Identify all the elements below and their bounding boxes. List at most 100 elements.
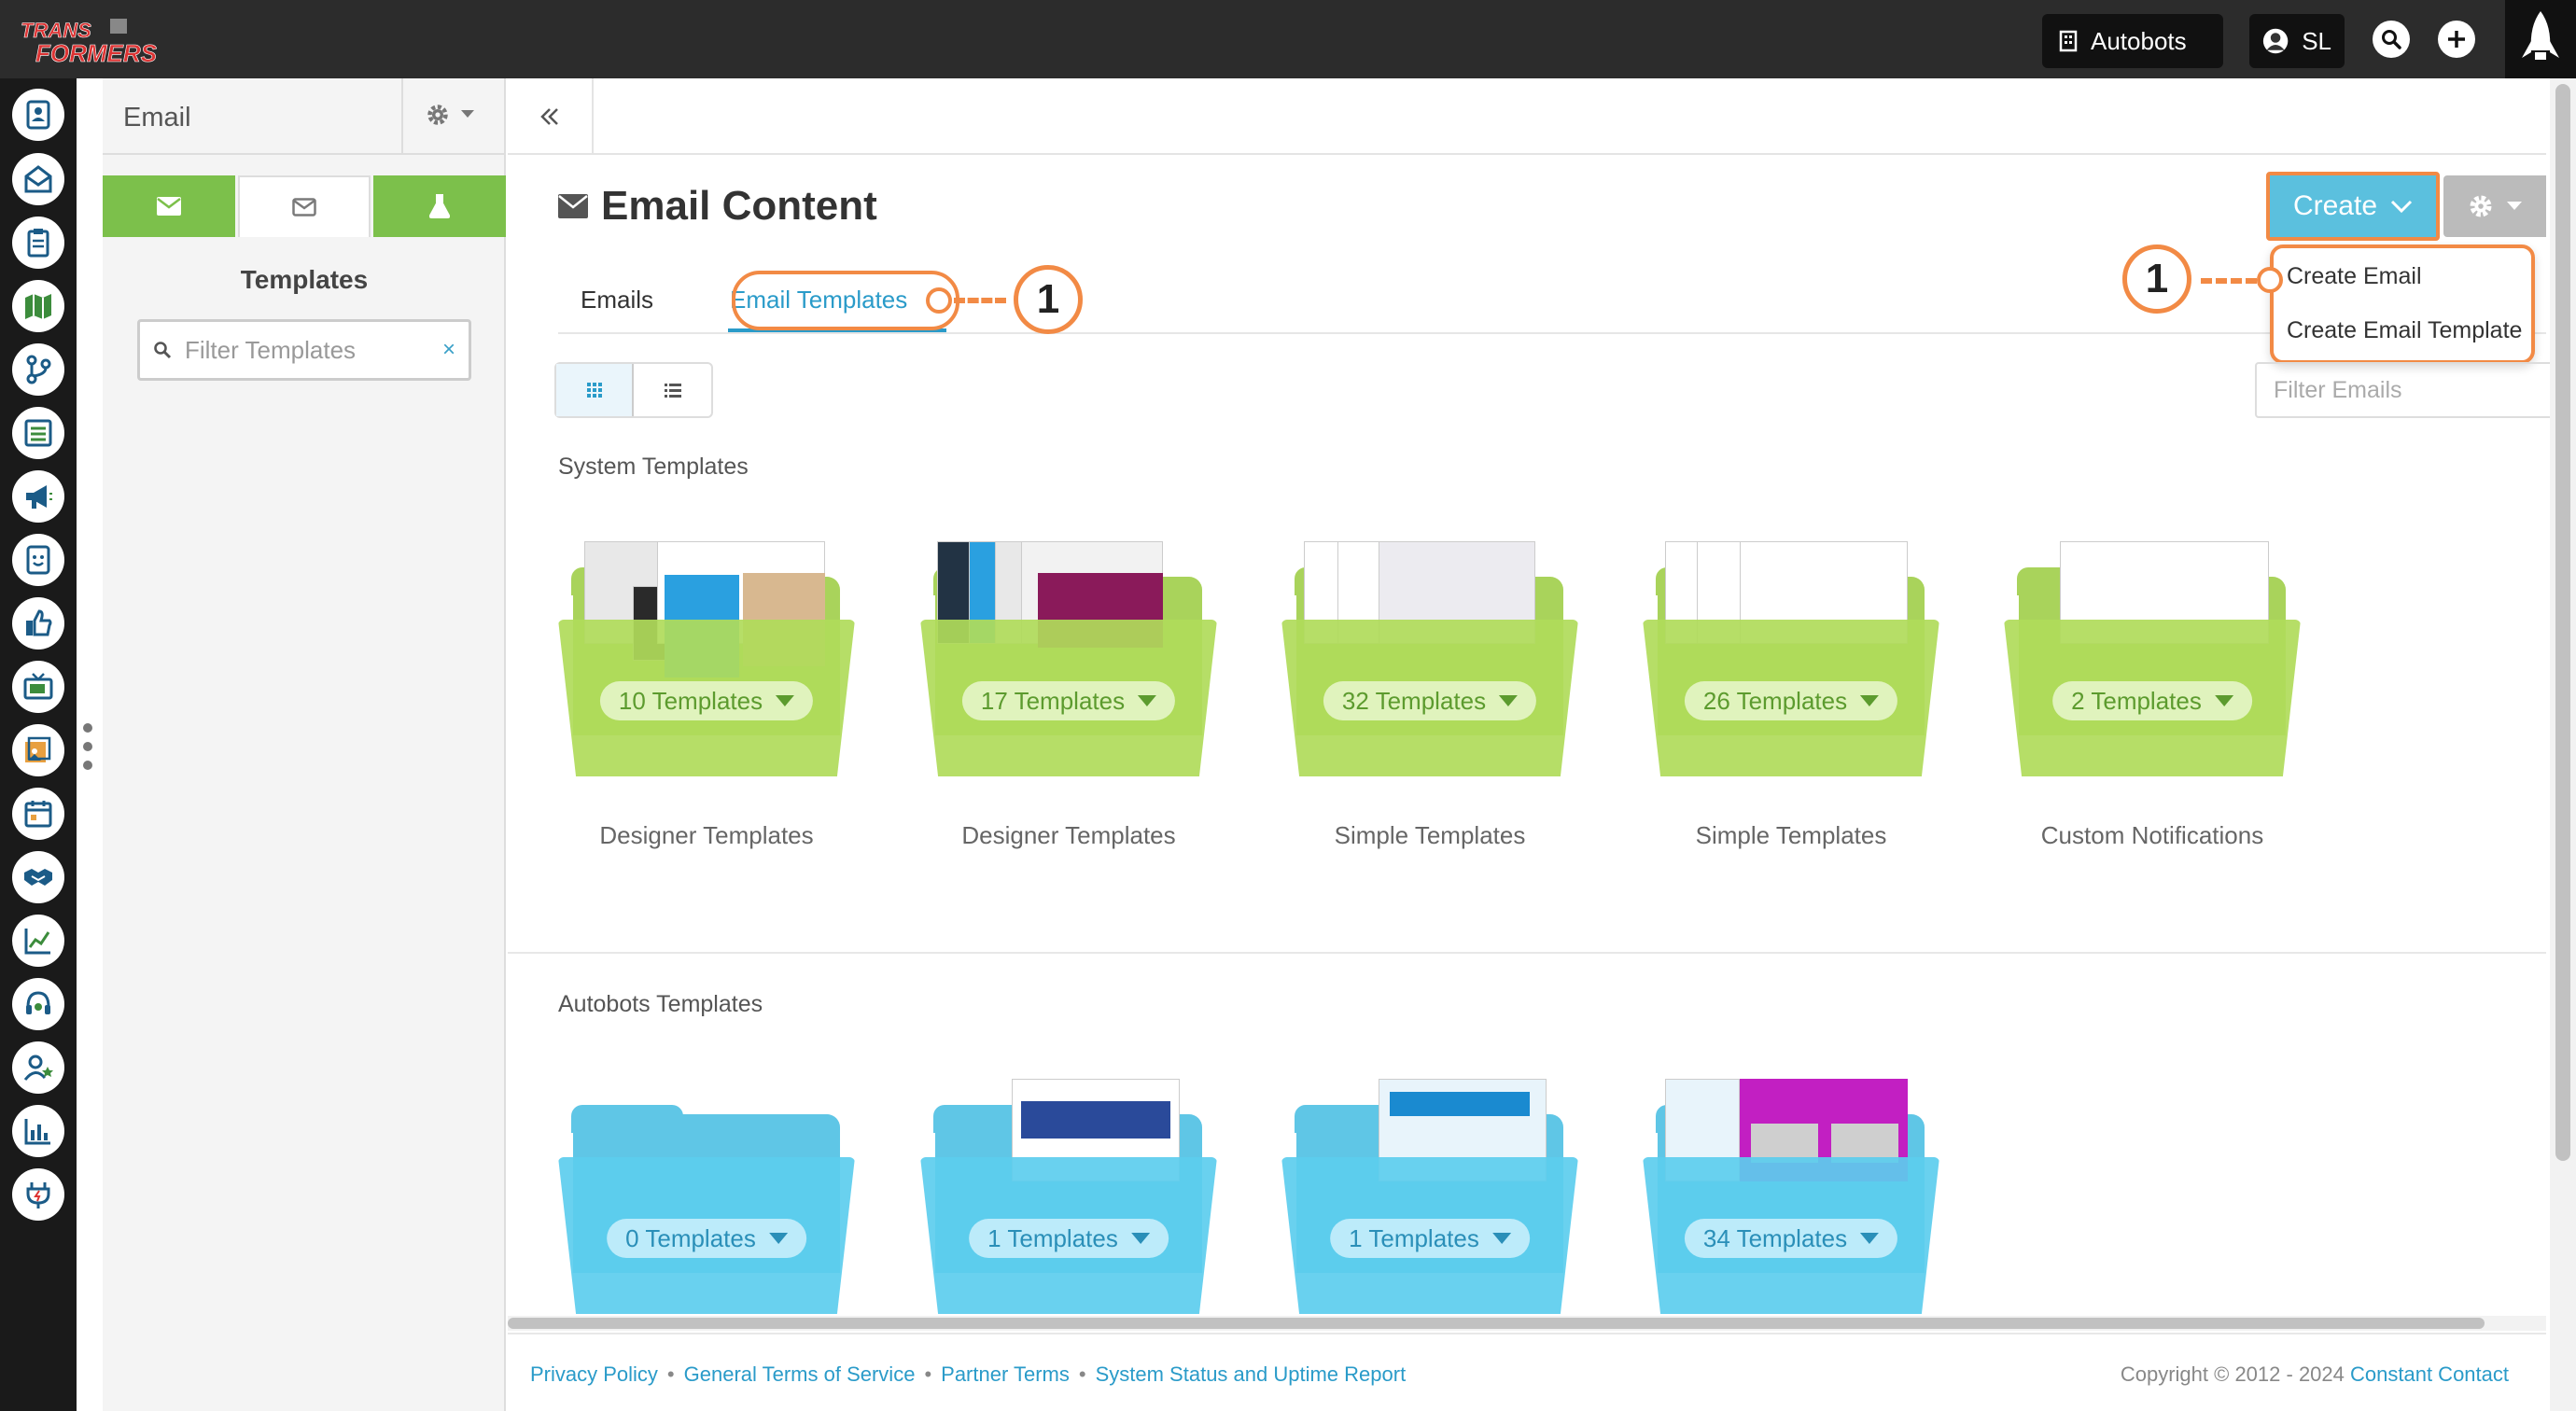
folder-system-notifications[interactable]: 2 Templates Custom Notifications <box>1998 541 2306 849</box>
gear-icon <box>2470 195 2492 217</box>
chat-icon <box>26 545 50 575</box>
page-footer: Privacy Policy • General Terms of Servic… <box>508 1333 2546 1411</box>
chart-icon <box>24 929 50 955</box>
caret-down-icon <box>1499 695 1519 706</box>
sidebar-settings-menu[interactable] <box>426 103 474 127</box>
envelope-outline-icon <box>292 198 316 217</box>
template-count-pill[interactable]: 1 Templates <box>1330 1219 1530 1258</box>
transformers-logo[interactable]: TRANS FORMERS <box>17 13 192 67</box>
caret-down-icon <box>768 1233 788 1244</box>
template-count-pill[interactable]: 10 Templates <box>599 681 814 720</box>
content-settings-button[interactable] <box>2443 175 2546 237</box>
plus-icon <box>2448 31 2465 48</box>
rail-resize-handle[interactable] <box>81 723 94 770</box>
page-title-text: Email Content <box>601 183 877 229</box>
vertical-scrollbar[interactable] <box>2550 78 2576 1411</box>
folder-label: Custom Notifications <box>2040 821 2264 849</box>
rail-assets[interactable] <box>12 724 64 776</box>
view-toggle <box>554 362 713 418</box>
rail-campaigns[interactable] <box>12 470 64 523</box>
caret-down-icon <box>1860 695 1880 706</box>
lists-icon <box>24 419 52 447</box>
horizontal-scrollbar[interactable] <box>508 1316 2546 1331</box>
account-switcher-button[interactable]: Autobots <box>2042 14 2223 68</box>
rail-partners[interactable] <box>12 851 64 903</box>
forms-icon <box>27 229 49 258</box>
rail-support[interactable] <box>12 978 64 1030</box>
tab-sent-emails[interactable] <box>103 175 235 237</box>
support-icon <box>26 991 50 1014</box>
grid-icon <box>586 383 602 398</box>
rail-lists[interactable] <box>12 407 64 459</box>
folder-system-designer-2[interactable]: 17 Templates Designer Templates <box>915 541 1223 849</box>
rail-analytics[interactable] <box>12 1105 64 1157</box>
rail-contacts[interactable] <box>12 89 64 141</box>
folder-system-designer-1[interactable]: 10 Templates Designer Templates <box>553 541 861 849</box>
template-count-pill[interactable]: 34 Templates <box>1684 1219 1898 1258</box>
caret-down-icon <box>1138 695 1157 706</box>
list-icon <box>664 384 681 398</box>
double-chevron-left-icon <box>540 108 558 125</box>
callout-anchor-dot <box>2257 267 2283 293</box>
rail-media[interactable] <box>12 661 64 713</box>
user-star-icon <box>23 1055 53 1081</box>
tab-experiments[interactable] <box>373 175 506 237</box>
caret-down-icon <box>1491 1233 1511 1244</box>
footer-links: Privacy Policy • General Terms of Servic… <box>530 1362 1407 1387</box>
vertical-scroll-thumb[interactable] <box>2555 84 2570 1161</box>
terms-of-service-link[interactable]: General Terms of Service <box>684 1362 916 1387</box>
sidebar-title: Email <box>123 103 191 133</box>
rail-reports[interactable] <box>12 915 64 967</box>
rail-workflow[interactable] <box>12 343 64 396</box>
tab-emails[interactable]: Emails <box>581 286 653 314</box>
clear-filter-icon[interactable]: × <box>442 337 455 363</box>
add-button[interactable] <box>2438 21 2475 58</box>
chevron-down-icon <box>2390 200 2413 213</box>
envelope-icon <box>157 197 181 216</box>
launch-button[interactable] <box>2505 0 2576 78</box>
rail-integrations[interactable] <box>12 1168 64 1221</box>
rail-calendar[interactable] <box>12 788 64 840</box>
search-button[interactable] <box>2373 21 2410 58</box>
filter-templates-placeholder: Filter Templates <box>185 335 357 364</box>
rail-users[interactable] <box>12 1041 64 1094</box>
filter-templates-input[interactable]: Filter Templates × <box>137 319 471 381</box>
privacy-policy-link[interactable]: Privacy Policy <box>530 1362 658 1387</box>
search-icon <box>154 342 172 359</box>
rail-map[interactable] <box>12 280 64 332</box>
caret-down-icon <box>776 695 795 706</box>
grid-view-button[interactable] <box>556 364 635 416</box>
system-status-link[interactable]: System Status and Uptime Report <box>1096 1362 1407 1387</box>
list-view-button[interactable] <box>634 364 711 416</box>
constant-contact-link[interactable]: Constant Contact <box>2350 1362 2509 1386</box>
rail-email[interactable] <box>12 153 64 205</box>
collapse-sidebar-button[interactable] <box>508 78 594 155</box>
templates-heading: Templates <box>240 265 369 294</box>
horizontal-scroll-thumb[interactable] <box>508 1318 2485 1329</box>
user-menu-button[interactable]: SL <box>2249 14 2345 68</box>
create-dropdown-menu: Create Email Create Email Template <box>2270 244 2535 364</box>
app-nav-rail <box>0 78 77 1411</box>
rail-social[interactable] <box>12 597 64 650</box>
rail-chat[interactable] <box>12 534 64 586</box>
template-count-pill[interactable]: 32 Templates <box>1323 681 1537 720</box>
filter-emails-input[interactable]: Filter Emails <box>2255 362 2554 418</box>
avatar-icon <box>2262 28 2289 54</box>
partner-terms-link[interactable]: Partner Terms <box>941 1362 1070 1387</box>
template-count-pill[interactable]: 2 Templates <box>2052 681 2252 720</box>
create-button[interactable]: Create <box>2266 172 2440 241</box>
menu-item-create-email[interactable]: Create Email <box>2287 263 2422 290</box>
folder-system-simple-1[interactable]: 32 Templates Simple Templates <box>1276 541 1584 849</box>
template-count-pill[interactable]: 0 Templates <box>607 1219 806 1258</box>
template-count-pill[interactable]: 17 Templates <box>961 681 1176 720</box>
folder-label: Designer Templates <box>599 821 814 849</box>
map-icon <box>25 294 51 319</box>
rail-forms[interactable] <box>12 217 64 269</box>
template-count-pill[interactable]: 26 Templates <box>1684 681 1898 720</box>
svg-text:FORMERS: FORMERS <box>35 39 158 67</box>
tab-templates[interactable] <box>238 175 371 237</box>
plugin-icon <box>26 1182 50 1208</box>
template-count-pill[interactable]: 1 Templates <box>969 1219 1169 1258</box>
menu-item-create-email-template[interactable]: Create Email Template <box>2287 317 2522 344</box>
folder-system-simple-2[interactable]: 26 Templates Simple Templates <box>1637 541 1945 849</box>
